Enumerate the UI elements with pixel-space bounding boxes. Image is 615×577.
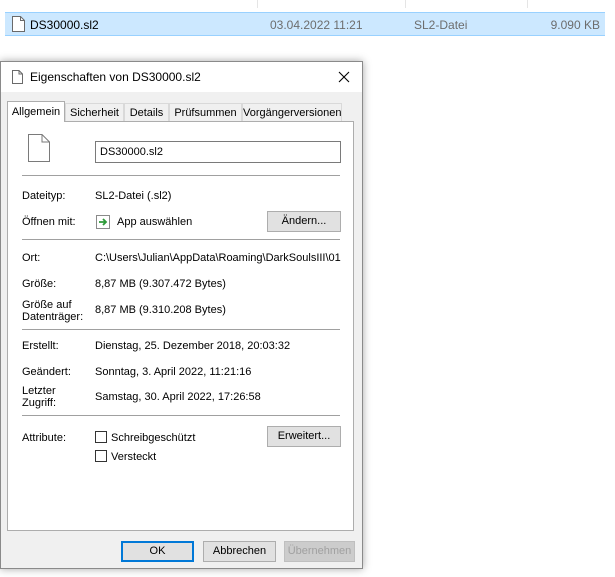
file-modified-date: 03.04.2022 11:21	[270, 18, 363, 32]
erweitert-button[interactable]: Erweitert...	[267, 426, 341, 447]
versteckt-checkbox[interactable]	[95, 450, 107, 462]
groesse-auf-label: Größe auf Datenträger:	[22, 299, 83, 323]
tab-vorgaengerversionen[interactable]: Vorgängerversionen	[242, 103, 342, 121]
file-type: SL2-Datei	[414, 18, 468, 32]
dialog-title: Eigenschaften von DS30000.sl2	[30, 70, 201, 84]
file-icon	[12, 16, 25, 35]
ort-label: Ort:	[22, 252, 41, 264]
uebernehmen-button: Übernehmen	[284, 541, 355, 562]
dateityp-label: Dateityp:	[22, 190, 66, 202]
groesse-auf-label-line1: Größe auf	[22, 299, 72, 311]
file-name: DS30000.sl2	[30, 18, 99, 32]
explorer-file-row[interactable]: DS30000.sl2 03.04.2022 11:21 SL2-Datei 9…	[5, 12, 605, 36]
versteckt-label: Versteckt	[111, 451, 157, 463]
column-separator	[257, 0, 258, 8]
column-separator	[405, 0, 406, 8]
file-size: 9.090 KB	[550, 18, 600, 32]
file-icon	[28, 134, 50, 165]
letzter-zugriff-label: Letzter Zugriff:	[22, 385, 56, 409]
ort-value: C:\Users\Julian\AppData\Roaming\DarkSoul…	[95, 252, 341, 264]
divider	[22, 175, 340, 176]
schreibgeschuetzt-label: Schreibgeschützt	[111, 432, 196, 444]
divider	[22, 415, 340, 416]
filename-input[interactable]: DS30000.sl2	[95, 141, 341, 163]
dateityp-value: SL2-Datei (.sl2)	[95, 190, 172, 202]
tab-allgemein[interactable]: Allgemein	[7, 101, 65, 122]
file-icon	[12, 70, 23, 87]
aendern-button[interactable]: Ändern...	[267, 211, 341, 232]
ok-button[interactable]: OK	[121, 541, 194, 562]
tab-panel-allgemein: DS30000.sl2 Dateityp: SL2-Datei (.sl2) Ö…	[7, 121, 354, 531]
app-arrow-icon	[95, 214, 111, 233]
erstellt-value: Dienstag, 25. Dezember 2018, 20:03:32	[95, 340, 291, 352]
geaendert-label: Geändert:	[22, 366, 71, 378]
groesse-value: 8,87 MB (9.307.472 Bytes)	[95, 278, 226, 290]
divider	[22, 239, 340, 240]
column-separator	[527, 0, 528, 8]
tab-pruefsummen[interactable]: Prüfsummen	[169, 103, 242, 121]
groesse-auf-value: 8,87 MB (9.310.208 Bytes)	[95, 304, 226, 316]
letzter-zugriff-value: Samstag, 30. April 2022, 17:26:58	[95, 391, 261, 403]
groesse-label: Größe:	[22, 278, 57, 290]
close-icon[interactable]	[334, 67, 354, 87]
attribute-label: Attribute:	[22, 432, 67, 444]
groesse-auf-label-line2: Datenträger:	[22, 311, 84, 323]
properties-dialog: Eigenschaften von DS30000.sl2 Allgemein …	[0, 61, 363, 569]
letzter-zugriff-label-line2: Zugriff:	[22, 397, 57, 409]
tab-sicherheit[interactable]: Sicherheit	[65, 103, 124, 121]
schreibgeschuetzt-checkbox[interactable]	[95, 431, 107, 443]
tab-details[interactable]: Details	[124, 103, 169, 121]
oeffnen-mit-value: App auswählen	[117, 216, 193, 228]
dialog-titlebar[interactable]: Eigenschaften von DS30000.sl2	[1, 62, 362, 92]
abbrechen-button[interactable]: Abbrechen	[203, 541, 276, 562]
divider	[22, 329, 340, 330]
geaendert-value: Sonntag, 3. April 2022, 11:21:16	[95, 366, 252, 378]
erstellt-label: Erstellt:	[22, 340, 59, 352]
oeffnen-mit-label: Öffnen mit:	[22, 216, 76, 228]
letzter-zugriff-label-line1: Letzter	[22, 385, 56, 397]
